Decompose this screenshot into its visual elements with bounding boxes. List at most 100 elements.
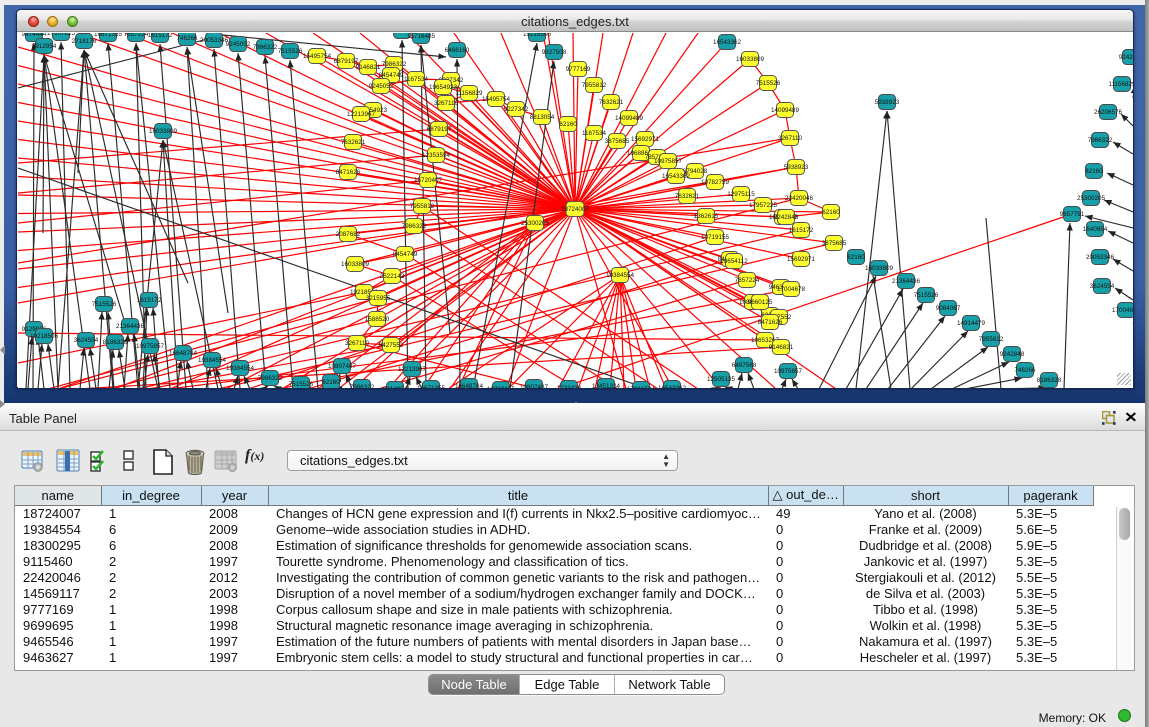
svg-text:17957225: 17957225 [47,33,76,37]
svg-text:1615172: 1615172 [148,33,173,39]
svg-text:8471626: 8471626 [336,169,361,176]
svg-text:12213967: 12213967 [398,366,427,373]
svg-text:14099489: 14099489 [771,107,800,114]
svg-text:20053346: 20053346 [1086,254,1115,261]
svg-text:62160: 62160 [1085,168,1103,175]
svg-text:19218506: 19218506 [30,333,59,340]
svg-text:25300205: 25300205 [1077,195,1106,202]
svg-text:9660125: 9660125 [748,299,773,306]
svg-text:18724007: 18724007 [561,206,590,213]
svg-text:1615172: 1615172 [789,227,814,234]
svg-text:21364436: 21364436 [116,323,145,330]
svg-text:16648784: 16648784 [455,383,484,388]
svg-text:5938923: 5938923 [784,164,809,171]
svg-text:16671355: 16671355 [417,385,446,388]
svg-text:10975857: 10975857 [136,343,165,350]
svg-text:9227342: 9227342 [504,106,529,113]
svg-text:26206576: 26206576 [1094,109,1123,116]
svg-text:3215955: 3215955 [366,295,391,302]
svg-text:62160: 62160 [822,209,840,216]
svg-text:9657791: 9657791 [1060,211,1085,218]
svg-text:9777169: 9777169 [566,66,591,73]
svg-text:14099489: 14099489 [615,115,644,122]
svg-text:62160: 62160 [559,121,577,128]
svg-text:9327508: 9327508 [542,49,567,56]
svg-text:16033809: 16033809 [341,261,370,268]
svg-text:7515526: 7515526 [289,381,314,388]
svg-text:16543362: 16543362 [662,173,691,180]
svg-text:2522143: 2522143 [380,273,405,280]
svg-text:17004678: 17004678 [777,286,806,293]
svg-text:16033809: 16033809 [865,265,894,272]
svg-text:25300205: 25300205 [521,220,550,227]
svg-text:19384554: 19384554 [606,272,635,279]
svg-text:9242848: 9242848 [774,214,799,221]
svg-text:9146821: 9146821 [769,344,794,351]
svg-text:23420046: 23420046 [785,195,814,202]
svg-text:6879197: 6879197 [427,126,452,133]
svg-text:12213967: 12213967 [347,111,376,118]
svg-text:2718176: 2718176 [72,38,97,45]
svg-text:1640954: 1640954 [1083,226,1108,233]
svg-text:10719155: 10719155 [701,234,730,241]
svg-text:7955812: 7955812 [979,336,1004,343]
svg-text:3267110: 3267110 [778,135,803,142]
svg-text:1167534: 1167534 [404,76,429,83]
svg-text:16543362: 16543362 [713,39,742,46]
svg-text:62160: 62160 [847,254,865,261]
svg-text:8912954: 8912954 [32,43,57,50]
svg-text:7515526: 7515526 [278,48,303,55]
svg-text:7955812: 7955812 [410,203,435,210]
svg-text:5938923: 5938923 [875,99,900,106]
svg-text:9084067: 9084067 [936,305,961,312]
svg-text:15716485: 15716485 [407,33,436,40]
svg-text:17957225: 17957225 [749,202,778,209]
svg-text:15692971: 15692971 [631,136,660,143]
svg-text:7986322: 7986322 [1088,137,1113,144]
svg-text:10807487: 10807487 [520,384,549,388]
svg-text:7986322: 7986322 [258,375,283,382]
svg-text:12505135: 12505135 [707,376,736,383]
svg-text:15692971: 15692971 [787,256,816,263]
svg-text:7857224: 7857224 [124,33,149,38]
svg-text:3267110: 3267110 [345,340,370,347]
svg-text:8427552: 8427552 [379,342,404,349]
svg-text:7986322: 7986322 [253,44,278,51]
svg-text:1362615: 1362615 [694,213,719,220]
svg-text:746266: 746266 [1014,367,1036,374]
svg-text:1733426: 1733426 [557,385,582,388]
svg-text:7986322: 7986322 [402,223,427,230]
svg-text:10975857: 10975857 [774,368,803,375]
svg-text:16033809: 16033809 [736,56,765,63]
svg-text:9242848: 9242848 [1000,351,1025,358]
svg-text:19384554: 19384554 [198,357,227,364]
svg-text:7632621: 7632621 [599,99,624,106]
svg-text:1615172: 1615172 [137,297,162,304]
svg-text:16543362: 16543362 [658,385,687,388]
svg-text:1167534: 1167534 [582,130,607,137]
svg-text:7632621: 7632621 [675,193,700,200]
svg-text:19218506: 19218506 [523,33,552,38]
svg-text:8813054: 8813054 [530,114,555,121]
svg-text:9474444: 9474444 [22,33,47,38]
svg-text:16033809: 16033809 [149,128,178,135]
svg-text:16671355: 16671355 [94,33,123,38]
svg-text:9242848: 9242848 [1119,54,1133,61]
svg-text:15720407: 15720407 [414,177,443,184]
svg-text:8186328: 8186328 [1037,377,1062,384]
svg-text:19654923: 19654923 [429,84,458,91]
svg-text:8454749: 8454749 [393,251,418,258]
svg-text:10975857: 10975857 [654,158,683,165]
svg-text:9245052: 9245052 [226,41,251,48]
svg-text:1588520: 1588520 [365,316,390,323]
svg-text:17016504: 17016504 [627,386,656,388]
svg-text:15495754: 15495754 [482,96,511,103]
svg-text:3875685: 3875685 [822,240,847,247]
svg-text:21364436: 21364436 [892,278,921,285]
svg-text:7955812: 7955812 [582,82,607,89]
svg-text:17004678: 17004678 [1112,307,1133,314]
svg-text:7515526: 7515526 [756,80,781,87]
svg-text:11156829: 11156829 [1108,81,1133,88]
svg-text:20053346: 20053346 [200,37,229,44]
svg-text:10719155: 10719155 [487,386,516,388]
